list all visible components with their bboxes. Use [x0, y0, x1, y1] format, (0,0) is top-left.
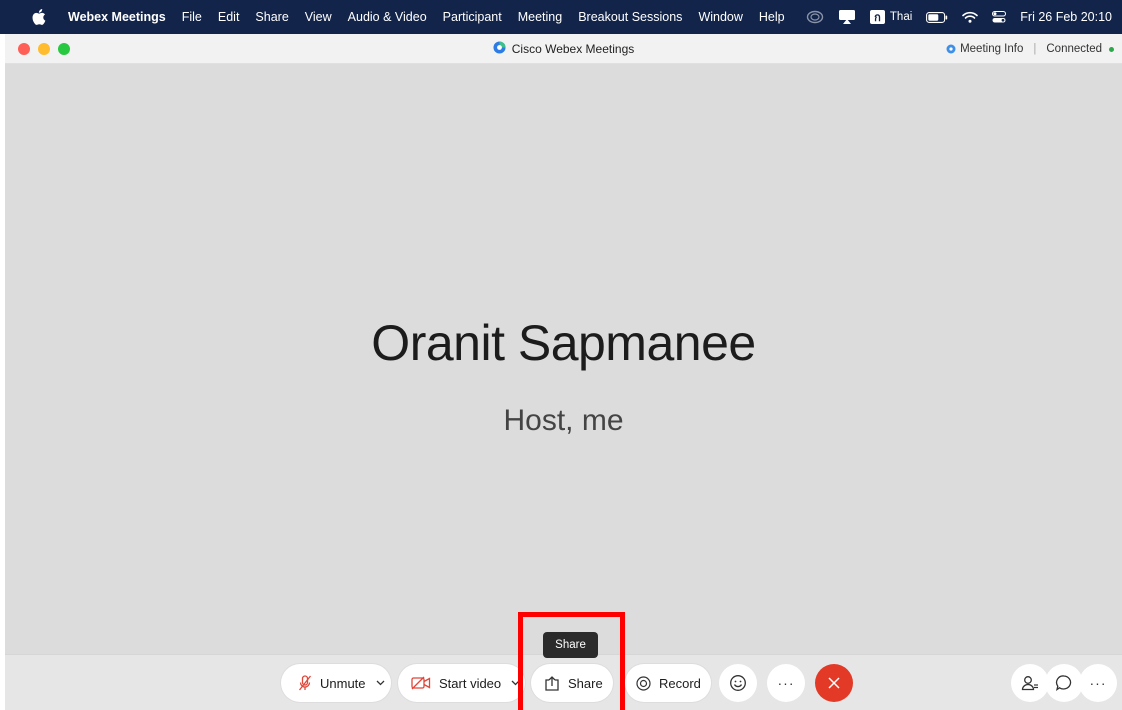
menu-file[interactable]: File [182, 10, 202, 24]
video-off-icon [411, 676, 431, 690]
input-source-menu[interactable]: ก Thai [869, 0, 913, 34]
menu-view[interactable]: View [305, 10, 332, 24]
more-options-button[interactable]: ··· [767, 664, 805, 702]
thai-input-icon: ก [869, 10, 885, 24]
share-button[interactable]: Share [531, 664, 613, 702]
more-icon: ··· [1089, 675, 1107, 691]
start-video-button[interactable]: Start video [398, 664, 525, 702]
input-source-label: Thai [889, 11, 913, 23]
share-tooltip: Share [543, 632, 598, 658]
menubar-clock[interactable]: Fri 26 Feb 20:10 [1020, 10, 1112, 24]
control-center-icon[interactable] [992, 0, 1007, 34]
share-icon [544, 675, 560, 691]
menu-app-name[interactable]: Webex Meetings [68, 10, 166, 24]
participants-panel-button[interactable] [1011, 664, 1049, 702]
window-title-text: Cisco Webex Meetings [511, 42, 635, 56]
end-meeting-button[interactable] [815, 664, 853, 702]
meeting-stage: Oranit Sapmanee Host, me [5, 64, 1122, 654]
record-button[interactable]: Record [625, 664, 711, 702]
window-title-bar: Cisco Webex Meetings Meeting Info | Conn… [5, 34, 1122, 64]
macos-menu-bar: Webex Meetings File Edit Share View Audi… [0, 0, 1122, 34]
menu-breakout-sessions[interactable]: Breakout Sessions [578, 10, 682, 24]
title-bar-status: Meeting Info | Connected [946, 34, 1114, 64]
webex-logo-icon [493, 41, 506, 57]
record-label: Record [659, 675, 701, 691]
menu-edit[interactable]: Edit [218, 10, 240, 24]
menu-share[interactable]: Share [255, 10, 288, 24]
reactions-button[interactable] [719, 664, 757, 702]
active-participant-role: Host, me [503, 404, 624, 437]
wifi-icon[interactable] [962, 0, 979, 34]
menu-participant[interactable]: Participant [443, 10, 502, 24]
webex-meeting-window: Cisco Webex Meetings Meeting Info | Conn… [5, 34, 1122, 710]
meeting-info-icon [946, 44, 956, 54]
meeting-control-bar: Unmute Start video Share Record ··· ··· [5, 654, 1122, 710]
panel-options-button[interactable]: ··· [1079, 664, 1117, 702]
connection-status-dot [1109, 46, 1114, 52]
share-label: Share [568, 675, 603, 691]
menu-help[interactable]: Help [759, 10, 785, 24]
active-participant-name: Oranit Sapmanee [371, 315, 756, 371]
chat-panel-button[interactable] [1045, 664, 1083, 702]
start-video-label: Start video [439, 675, 502, 691]
creative-cloud-icon[interactable] [806, 0, 824, 34]
meeting-info-link[interactable]: Meeting Info [960, 43, 1023, 55]
participants-icon [1021, 674, 1039, 692]
menu-meeting[interactable]: Meeting [518, 10, 562, 24]
screen-mirroring-icon[interactable] [838, 0, 856, 34]
menu-audio-video[interactable]: Audio & Video [348, 10, 427, 24]
chat-icon [1055, 674, 1073, 692]
reactions-icon [729, 674, 747, 692]
menu-window[interactable]: Window [698, 10, 742, 24]
more-icon: ··· [777, 675, 795, 691]
battery-icon[interactable] [926, 0, 948, 34]
chevron-down-icon[interactable] [511, 680, 520, 686]
record-icon [636, 675, 651, 691]
unmute-label: Unmute [320, 675, 366, 691]
connection-status: Connected [1046, 43, 1102, 55]
microphone-muted-icon [298, 675, 312, 691]
title-bar-divider: | [1033, 43, 1037, 55]
menubar-status-area: ก Thai Fri 26 Feb 20:10 [792, 0, 1112, 34]
unmute-button[interactable]: Unmute [281, 664, 391, 702]
end-call-icon [828, 677, 840, 689]
apple-logo-icon[interactable] [32, 8, 48, 26]
chevron-down-icon[interactable] [376, 680, 385, 686]
